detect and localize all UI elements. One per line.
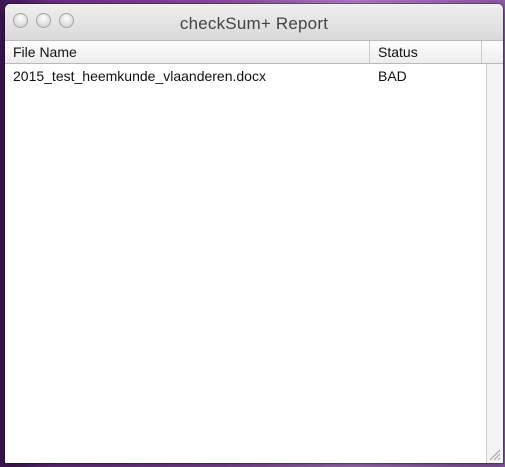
column-header-status[interactable]: Status [370,41,482,63]
resize-grip-icon[interactable] [489,449,501,461]
report-window: checkSum+ Report File Name Status 2015_t… [5,4,503,463]
column-header-filler [482,41,503,63]
cell-status: BAD [378,68,407,84]
table-header: File Name Status [5,41,503,64]
window-title: checkSum+ Report [179,14,329,33]
column-header-file-name[interactable]: File Name [5,41,370,63]
table-row[interactable]: 2015_test_heemkunde_vlaanderen.docx BAD [5,64,486,88]
title-bar[interactable]: checkSum+ Report [5,4,503,41]
cell-file-name: 2015_test_heemkunde_vlaanderen.docx [13,68,266,84]
report-table: File Name Status 2015_test_heemkunde_vla… [5,41,503,463]
table-rows: 2015_test_heemkunde_vlaanderen.docx BAD [5,64,486,88]
vertical-scrollbar[interactable] [486,64,503,463]
